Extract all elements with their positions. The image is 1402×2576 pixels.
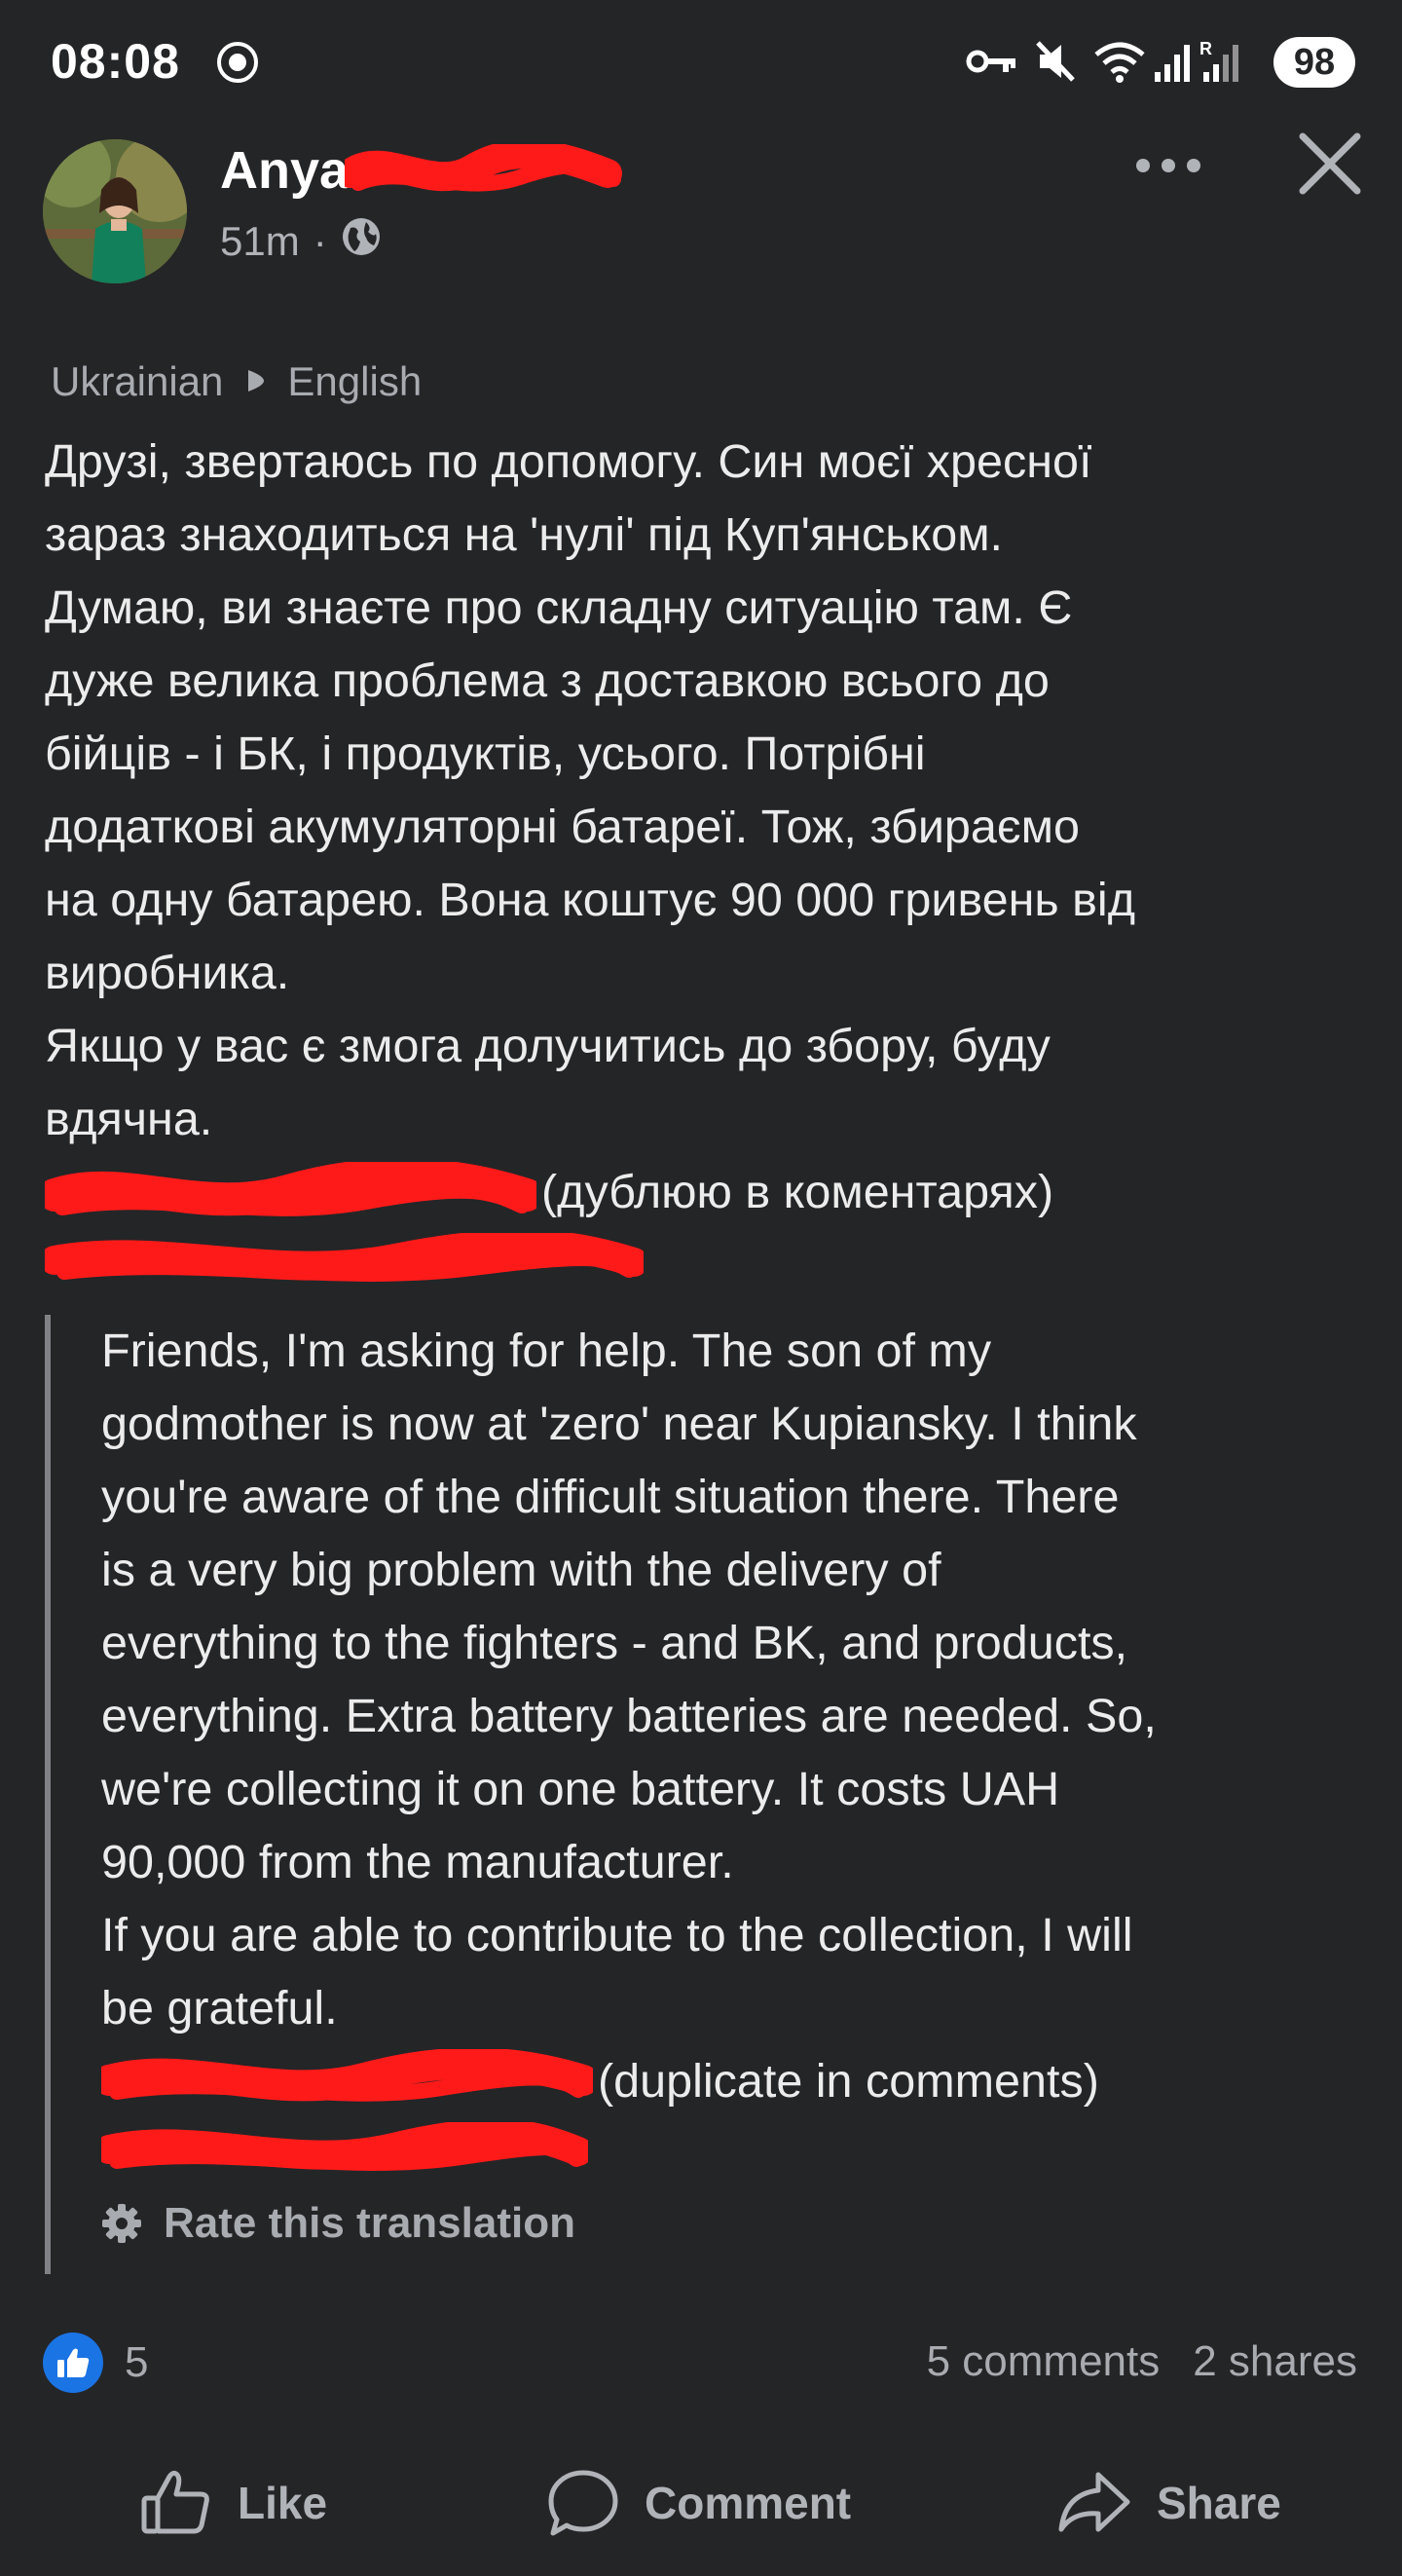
translated-text-line: godmother is now at 'zero' near Kupiansk… <box>101 1398 1137 1450</box>
gear-icon <box>102 2204 141 2243</box>
rate-translation-label: Rate this translation <box>164 2199 575 2247</box>
more-options-button[interactable] <box>1129 146 1207 185</box>
redaction-scribble <box>45 1233 644 1282</box>
engagement-counts: 5 comments 2 shares <box>927 2337 1357 2386</box>
recipient-name-line <box>101 2118 1367 2191</box>
translated-text-line: 90,000 from the manufacturer. <box>101 1836 734 1888</box>
signal-roaming-icon: R <box>1199 39 1244 89</box>
signal-icon <box>1153 43 1192 89</box>
shares-count[interactable]: 2 shares <box>1193 2337 1357 2386</box>
thumbs-up-icon <box>141 2470 209 2534</box>
translated-text-line: is a very big problem with the delivery … <box>101 1544 941 1596</box>
translated-text-line: If you are able to contribute to the col… <box>101 1909 1133 1961</box>
post-text-line: виробника. <box>45 947 290 999</box>
globe-icon <box>341 216 382 267</box>
post-text-line: додаткові акумуляторні батареї. Тож, зби… <box>45 801 1080 853</box>
post-time[interactable]: 51m <box>220 218 300 265</box>
post-text-line: Якщо у вас є змога долучитись до збору, … <box>45 1020 1051 1072</box>
status-bar: 08:08 R 98 <box>0 0 1402 117</box>
share-arrow-icon <box>1058 2472 1130 2532</box>
comments-count[interactable]: 5 comments <box>927 2337 1161 2386</box>
post-text-line: на одну батарею. Вона коштує 90 000 грив… <box>45 874 1135 926</box>
translation-block: Friends, I'm asking for help. The son of… <box>45 1315 1375 2274</box>
redaction-scribble <box>101 2049 593 2102</box>
post-text-line: Друзі, звертаюсь по допомогу. Син моєї х… <box>45 435 1092 488</box>
status-icons: R 98 <box>966 35 1355 90</box>
post-original-text: Друзі, звертаюсь по допомогу. Син моєї х… <box>45 426 1379 1302</box>
status-time: 08:08 <box>51 34 180 89</box>
duplicate-note: (дублюю в коментарях) <box>541 1166 1054 1218</box>
post-text-line: Думаю, ви знаєте про складну ситуацію та… <box>45 581 1073 634</box>
key-icon <box>966 47 1016 81</box>
like-label: Like <box>238 2478 328 2528</box>
post-text-line: дуже велика проблема з доставкою всього … <box>45 654 1050 707</box>
source-language: Ukrainian <box>51 358 224 404</box>
translated-text-line: be grateful. <box>101 1982 338 2035</box>
recipient-name-line <box>45 1229 1379 1302</box>
reaction-count: 5 <box>125 2338 149 2386</box>
close-button[interactable] <box>1295 129 1365 199</box>
translate-arrow-icon <box>244 358 268 405</box>
translated-text-line: we're collecting it on one battery. It c… <box>101 1763 1060 1815</box>
duplicate-note: (duplicate in comments) <box>598 2055 1099 2108</box>
app-notification-icon <box>216 41 259 89</box>
translated-text-line: everything. Extra battery batteries are … <box>101 1690 1157 1742</box>
like-button[interactable]: Like <box>140 2454 327 2552</box>
translation-languages[interactable]: Ukrainian English <box>51 358 422 405</box>
meta-separator: · <box>313 218 327 264</box>
author-name-area[interactable]: Anya <box>220 136 622 205</box>
post-translated-text: Friends, I'm asking for help. The son of… <box>101 1315 1367 2191</box>
reactions-summary[interactable]: 5 <box>43 2333 148 2393</box>
wifi-icon <box>1092 39 1147 89</box>
post-text-line: бійців - і БК, і продуктів, усього. Потр… <box>45 728 926 780</box>
share-label: Share <box>1157 2478 1281 2528</box>
translated-text-line: Friends, I'm asking for help. The son of… <box>101 1325 992 1377</box>
svg-text:R: R <box>1199 39 1212 58</box>
card-number-line: (дублюю в коментарях) <box>45 1156 1379 1229</box>
translated-text-line: you're aware of the difficult situation … <box>101 1471 1120 1523</box>
comment-bubble-icon <box>548 2470 618 2536</box>
redaction-scribble <box>45 1162 536 1216</box>
post-meta: 51m · <box>220 216 382 267</box>
share-button[interactable]: Share <box>1057 2454 1281 2552</box>
avatar[interactable] <box>43 139 187 283</box>
rate-translation-button[interactable]: Rate this translation <box>101 2199 575 2248</box>
card-number-line: (duplicate in comments) <box>101 2045 1367 2118</box>
close-icon <box>1299 132 1361 195</box>
translated-text-line: everything to the fighters - and BK, and… <box>101 1617 1128 1669</box>
post-action-bar: Like Comment Share <box>0 2454 1402 2552</box>
comment-label: Comment <box>645 2478 852 2528</box>
target-language: English <box>287 358 423 404</box>
post-text-line: вдячна. <box>45 1093 213 1145</box>
like-reaction-icon <box>43 2333 103 2393</box>
battery-indicator: 98 <box>1273 37 1355 88</box>
author-name[interactable]: Anya <box>220 141 349 200</box>
redaction-scribble <box>101 2122 588 2171</box>
post-text-line: зараз знаходиться на 'нулі' під Куп'янсь… <box>45 508 1004 561</box>
mute-icon <box>1034 39 1077 89</box>
redaction-scribble <box>345 144 622 192</box>
comment-button[interactable]: Comment <box>547 2454 851 2552</box>
